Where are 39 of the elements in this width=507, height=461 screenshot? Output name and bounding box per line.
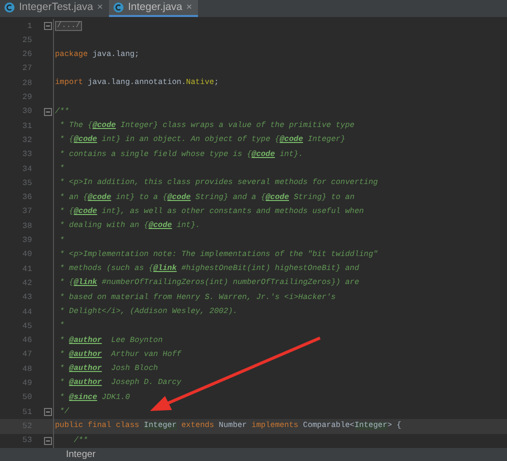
fold-icon[interactable] [44,436,52,445]
line-number: 49 [21,378,33,388]
fold-icon[interactable] [44,22,52,30]
line-number: 51 [21,408,33,417]
line-number: 37 [21,207,33,216]
close-icon[interactable]: × [186,2,192,13]
editor-tab[interactable]: Integer.java × [108,0,198,17]
line-number: 42 [21,278,33,288]
line-number: 27 [21,64,33,74]
breadcrumb[interactable]: Integer [66,448,96,460]
line-number: 41 [21,264,33,274]
fold-icon[interactable] [44,408,52,416]
close-icon[interactable]: × [97,2,103,13]
line-number: 43 [21,293,33,302]
java-class-icon [112,2,124,13]
line-number: 30 [21,107,33,116]
line-number: 50 [21,393,33,402]
line-number: 1 [26,22,33,31]
line-number: 36 [21,193,33,202]
line-number: 26 [21,50,33,60]
line-number: 47 [21,350,33,360]
line-number: 39 [21,236,33,246]
line-number: 48 [21,364,33,374]
line-number: 33 [21,150,33,160]
line-number: 28 [21,78,33,88]
line-number: 45 [21,322,33,331]
editor-tab[interactable]: IntegerTest.java × [0,0,109,17]
line-number: 32 [21,136,33,145]
line-number: 53 [21,436,33,446]
line-number: 31 [21,122,33,131]
line-number: 25 [21,36,33,45]
fold-icon[interactable] [44,108,52,116]
line-number: 46 [21,336,33,346]
line-number: 29 [21,93,33,102]
line-number: 35 [21,178,33,188]
line-number: 40 [21,250,33,260]
line-number: 38 [21,222,33,231]
line-number: 44 [21,308,33,316]
line-number: 34 [21,164,33,174]
